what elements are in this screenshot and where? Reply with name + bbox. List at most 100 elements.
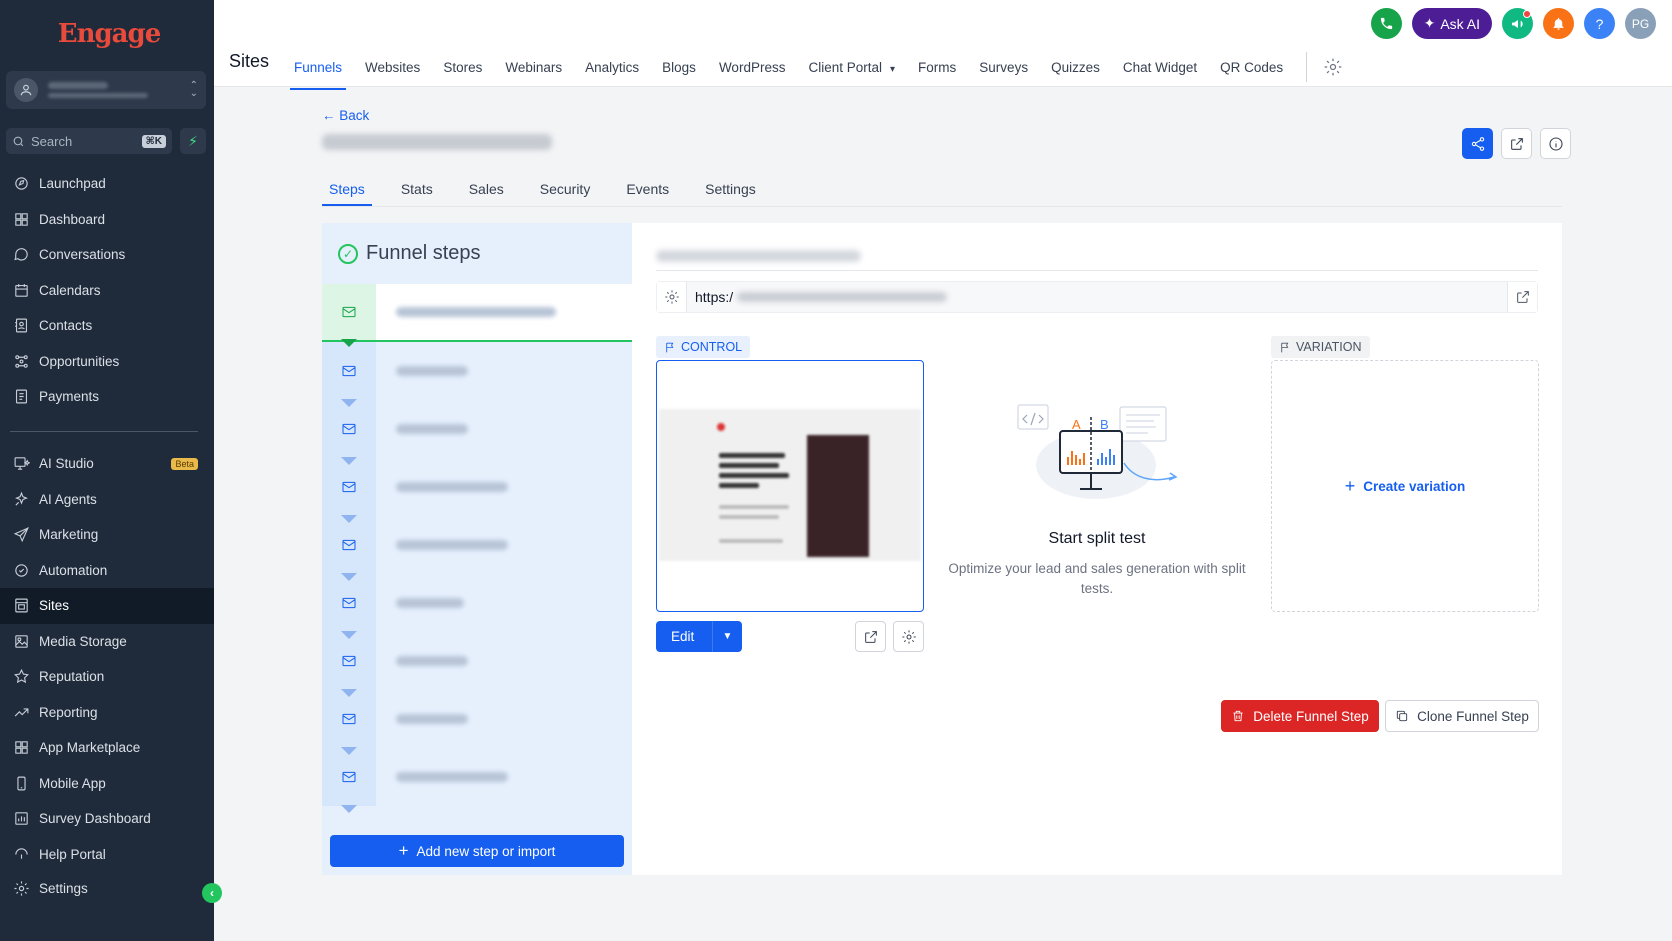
top-nav-surveys[interactable]: Surveys [979, 60, 1028, 75]
funnel-step-item[interactable] [322, 342, 632, 407]
info-button[interactable] [1540, 128, 1571, 159]
funnel-step-item[interactable] [322, 690, 632, 755]
mail-icon [342, 306, 356, 318]
sidebar-item-app-marketplace[interactable]: App Marketplace [0, 730, 214, 766]
back-link[interactable]: ← Back [322, 108, 369, 123]
sites-settings-gear-icon[interactable] [1323, 57, 1343, 77]
top-nav-client-portal[interactable]: Client Portal ▾ [808, 60, 895, 75]
sidebar-item-media-storage[interactable]: Media Storage [0, 624, 214, 660]
help-portal-icon [12, 845, 30, 863]
chevron-up-down-icon: ⌃ ⌄ [189, 80, 198, 99]
url-prefix: https:/ [695, 289, 734, 305]
image-icon [12, 632, 30, 650]
sidebar-item-conversations[interactable]: Conversations [0, 237, 214, 273]
split-test-description: Optimize your lead and sales generation … [948, 561, 1246, 596]
open-url-button[interactable] [1507, 282, 1537, 312]
sidebar-item-reporting[interactable]: Reporting [0, 695, 214, 731]
sidebar-item-survey-dashboard[interactable]: Survey Dashboard [0, 801, 214, 837]
funnel-step-item[interactable] [322, 516, 632, 581]
top-nav-chat-widget[interactable]: Chat Widget [1123, 60, 1197, 75]
step-name-redacted [376, 516, 632, 574]
split-test-title: Start split test [1048, 530, 1146, 547]
edit-button[interactable]: Edit ▼ [656, 621, 742, 652]
user-avatar[interactable]: PG [1625, 8, 1656, 39]
top-nav-webinars[interactable]: Webinars [505, 60, 562, 75]
tab-sales[interactable]: Sales [462, 181, 511, 206]
add-new-step-button[interactable]: + Add new step or import [330, 835, 624, 867]
preview-settings-button[interactable] [893, 621, 924, 652]
top-nav-analytics[interactable]: Analytics [585, 60, 639, 75]
top-nav-wordpress[interactable]: WordPress [719, 60, 786, 75]
funnel-tabs: Steps Stats Sales Security Events Settings [322, 181, 1562, 207]
tab-steps[interactable]: Steps [322, 181, 372, 206]
quick-actions-button[interactable]: ⚡ [180, 128, 206, 154]
ask-ai-button[interactable]: ✦ Ask AI [1411, 8, 1492, 39]
gear-icon [12, 880, 30, 898]
sidebar-item-payments[interactable]: Payments [0, 379, 214, 415]
sidebar-item-settings[interactable]: Settings [0, 871, 214, 907]
tab-events[interactable]: Events [619, 181, 676, 206]
create-variation-button[interactable]: + Create variation [1271, 360, 1539, 612]
sidebar-item-calendars[interactable]: Calendars [0, 273, 214, 309]
sidebar-item-ai-agents[interactable]: AI Agents [0, 482, 214, 518]
top-nav-websites[interactable]: Websites [365, 60, 420, 75]
top-nav-quizzes[interactable]: Quizzes [1051, 60, 1100, 75]
control-preview-card[interactable] [656, 360, 924, 612]
step-url-bar: https:/ [656, 281, 1538, 313]
variant-b-letter: B [1100, 417, 1109, 432]
clone-funnel-step-button[interactable]: Clone Funnel Step [1385, 700, 1539, 732]
top-nav-label: Funnels [294, 59, 343, 75]
top-nav-funnels[interactable]: Funnels [289, 59, 347, 90]
tab-settings[interactable]: Settings [698, 181, 763, 206]
funnel-step-item[interactable] [322, 748, 632, 813]
sidebar-item-label: Settings [39, 881, 88, 897]
arrow-left-icon: ← [322, 108, 336, 123]
funnel-step-item[interactable] [322, 574, 632, 639]
account-switcher[interactable]: ⌃ ⌄ [6, 71, 206, 109]
sidebar-item-contacts[interactable]: Contacts [0, 308, 214, 344]
url-settings-button[interactable] [657, 282, 687, 312]
step-name-redacted [376, 748, 632, 806]
collapse-sidebar-button[interactable]: ‹ [202, 883, 222, 903]
top-nav-label: Quizzes [1051, 59, 1100, 75]
delete-label: Delete Funnel Step [1253, 708, 1369, 724]
tab-stats[interactable]: Stats [394, 181, 440, 206]
preview-external-button[interactable] [855, 621, 886, 652]
announcements-button[interactable] [1502, 8, 1533, 39]
sidebar-item-label: Reporting [39, 704, 98, 720]
funnel-step-item[interactable] [322, 632, 632, 697]
sidebar-item-ai-studio[interactable]: AI Studio Beta [0, 446, 214, 482]
ai-studio-icon [12, 455, 30, 473]
sidebar-item-marketing[interactable]: Marketing [0, 517, 214, 553]
phone-button[interactable] [1370, 8, 1402, 39]
sidebar-item-sites[interactable]: Sites [0, 588, 214, 624]
funnel-step-item[interactable] [322, 458, 632, 523]
top-nav-forms[interactable]: Forms [918, 60, 956, 75]
sidebar-item-help-portal[interactable]: Help Portal [0, 837, 214, 873]
notifications-button[interactable] [1543, 8, 1574, 39]
sidebar-item-mobile-app[interactable]: Mobile App [0, 766, 214, 802]
sidebar-item-launchpad[interactable]: Launchpad [0, 166, 214, 202]
top-nav-qr-codes[interactable]: QR Codes [1220, 60, 1283, 75]
funnel-step-item[interactable] [322, 284, 632, 347]
search-input[interactable]: Search ⌘K [6, 128, 172, 154]
help-button[interactable]: ? [1584, 8, 1615, 39]
open-external-button[interactable] [1501, 128, 1532, 159]
funnel-step-item[interactable] [322, 400, 632, 465]
step-name-redacted [376, 342, 632, 400]
delete-funnel-step-button[interactable]: Delete Funnel Step [1221, 700, 1379, 732]
chevron-down-icon[interactable]: ▼ [712, 621, 742, 652]
top-nav-stores[interactable]: Stores [443, 60, 482, 75]
share-button[interactable] [1462, 128, 1493, 159]
top-nav-label: Blogs [662, 59, 696, 75]
send-icon [12, 526, 30, 544]
top-nav-label: QR Codes [1220, 59, 1284, 75]
sidebar-item-automation[interactable]: Automation [0, 553, 214, 589]
tab-security[interactable]: Security [533, 181, 598, 206]
sidebar-item-label: Mobile App [39, 775, 106, 791]
sidebar-item-opportunities[interactable]: Opportunities [0, 344, 214, 380]
top-nav-blogs[interactable]: Blogs [662, 60, 696, 75]
sidebar-item-reputation[interactable]: Reputation [0, 659, 214, 695]
logo[interactable]: Engage [58, 12, 161, 56]
sidebar-item-dashboard[interactable]: Dashboard [0, 202, 214, 238]
